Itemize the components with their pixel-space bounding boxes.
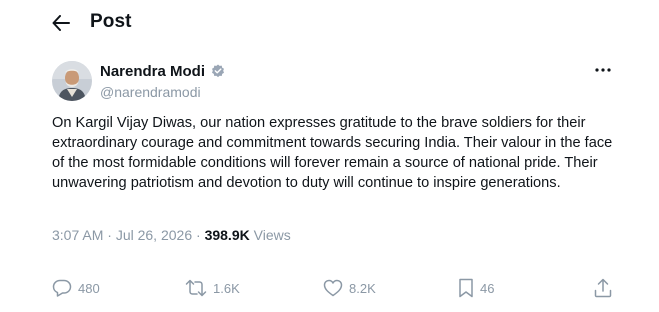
back-button[interactable] bbox=[48, 11, 74, 35]
arrow-left-icon bbox=[52, 15, 70, 31]
heart-icon bbox=[323, 279, 343, 297]
views-count: 398.9K bbox=[204, 227, 250, 243]
post-text: On Kargil Vijay Diwas, our nation expres… bbox=[52, 115, 613, 191]
page-title: Post bbox=[90, 11, 132, 32]
action-bar: 480 1.6K 8.2K 46 bbox=[0, 276, 659, 300]
repost-icon bbox=[185, 279, 207, 297]
reply-button[interactable]: 480 bbox=[52, 276, 100, 300]
like-button[interactable]: 8.2K bbox=[323, 276, 376, 300]
share-icon bbox=[594, 278, 612, 298]
bookmark-icon bbox=[459, 278, 473, 298]
reply-icon bbox=[52, 279, 72, 297]
views-label: Views bbox=[253, 227, 291, 243]
avatar[interactable] bbox=[52, 61, 92, 101]
author-name[interactable]: Narendra Modi bbox=[100, 63, 205, 80]
reply-count: 480 bbox=[78, 280, 100, 296]
author-handle[interactable]: @narendramodi bbox=[100, 84, 201, 100]
bookmark-button[interactable]: 46 bbox=[458, 276, 494, 300]
like-count: 8.2K bbox=[349, 280, 376, 296]
repost-button[interactable]: 1.6K bbox=[185, 276, 240, 300]
post-meta: 3:07 AM · Jul 26, 2026 · 398.9K Views bbox=[52, 227, 291, 243]
post-header: Post bbox=[0, 0, 659, 46]
post-date[interactable]: Jul 26, 2026 bbox=[116, 227, 192, 243]
meta-separator: · bbox=[103, 227, 116, 243]
bookmark-count: 46 bbox=[480, 280, 495, 296]
share-button[interactable] bbox=[594, 276, 612, 300]
meta-separator: · bbox=[192, 227, 205, 243]
repost-count: 1.6K bbox=[213, 280, 240, 296]
post-time[interactable]: 3:07 AM bbox=[52, 227, 103, 243]
verified-badge-icon bbox=[212, 64, 224, 78]
more-horizontal-icon bbox=[595, 68, 611, 72]
more-options-button[interactable] bbox=[590, 60, 616, 80]
